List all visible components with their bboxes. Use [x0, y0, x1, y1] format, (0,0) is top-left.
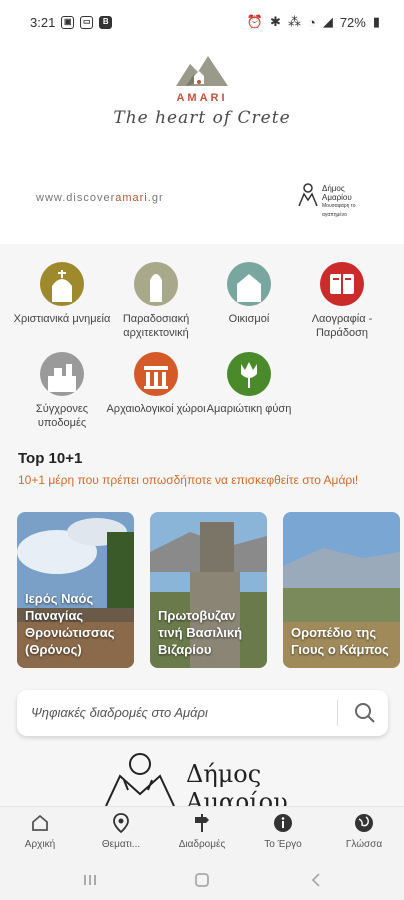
search-bar[interactable]: Ψηφιακές διαδρομές στο Αμάρι — [17, 690, 388, 736]
category-label: Λαογραφία - Παράδοση — [311, 313, 373, 339]
tab-language[interactable]: Γλώσσα — [324, 811, 404, 850]
tab-label: Το Έργο — [264, 839, 302, 850]
main-content: Χριστιανικά μνημεία Παραδοσιακή αρχιτεκτ… — [0, 244, 404, 806]
place-card-title: Οροπέδιο της Γιους ο Κάμπος — [291, 625, 389, 657]
municipality-large-text: Δήμος Αμαρίου — [186, 760, 288, 806]
category-nature[interactable]: Αμαριώτικη φύση — [199, 352, 299, 416]
muni-large-line-2: Αμαρίου — [186, 788, 288, 806]
bottom-tab-bar: Αρχική Θεματι... Διαδρομές Το Έργο Γλώσσ… — [0, 806, 404, 862]
system-navigation-bar — [0, 862, 404, 900]
category-label: Χριστιανικά μνημεία — [13, 313, 111, 325]
top-places-carousel[interactable]: Ιερός Ναός Παναγίας Θρονιώτισσας (Θρόνος… — [17, 512, 404, 668]
brand-name: AMARI — [176, 92, 228, 104]
battery-text: 72% — [339, 14, 366, 30]
status-time: 3:21 — [30, 14, 56, 30]
hero-header: AMARI The heart of Crete www.discoverama… — [0, 44, 404, 244]
battery-icon: ▮ — [372, 14, 380, 29]
category-christian-monuments[interactable]: Χριστιανικά μνημεία — [12, 262, 112, 326]
municipality-small-text: Δήμος Αμαρίου Μουσαφάρη το αγαπημένο — [322, 184, 368, 220]
category-modern-infrastructure[interactable]: Σύγχρονες υποδομές — [12, 352, 112, 430]
site-prefix: www.discover — [36, 192, 116, 204]
signal-icon: ◢ — [322, 14, 333, 29]
category-label: Παραδοσιακή αρχιτεκτονική — [122, 313, 190, 339]
category-label: Οικισμοί — [228, 313, 270, 325]
muni-small-line-1: Δήμος — [322, 184, 345, 193]
globe-icon — [355, 814, 373, 832]
category-settlements[interactable]: Οικισμοί — [199, 262, 299, 326]
municipality-emblem-icon — [298, 183, 318, 207]
book-icon — [320, 262, 364, 306]
search-divider — [337, 700, 338, 726]
category-label: Αμαριώτικη φύση — [206, 403, 292, 415]
message-icon: ▭ — [80, 15, 94, 29]
place-card-title: Πρωτοβυζαν τινή Βασιλική Βιζαρίου — [158, 608, 243, 657]
amari-logo — [176, 56, 228, 86]
place-card[interactable]: Πρωτοβυζαν τινή Βασιλική Βιζαρίου — [150, 512, 267, 668]
tab-label: Θεματι... — [101, 839, 141, 850]
map-pin-icon — [113, 813, 129, 834]
tulip-icon — [227, 352, 271, 396]
status-bar: 3:21 ▣ ▭ B ⏰ ✱ ⁂ ◔ ◢ 72% ▮ — [0, 0, 404, 44]
site-accent: amari — [115, 192, 148, 204]
info-icon — [274, 814, 292, 832]
municipality-logo-small: Δήμος Αμαρίου Μουσαφάρη το αγαπημένο — [296, 182, 368, 218]
tab-thematic[interactable]: Θεματι... — [81, 811, 161, 850]
recent-apps-icon[interactable] — [82, 872, 98, 888]
tab-routes[interactable]: Διαδρομές — [162, 811, 242, 850]
building-icon — [40, 352, 84, 396]
top-section-subtitle: 10+1 μέρη που πρέπει οπωσδήποτε να επισκ… — [18, 473, 359, 487]
site-suffix: .gr — [147, 192, 164, 204]
brand-tagline: The heart of Crete — [113, 108, 291, 128]
place-card[interactable]: Οροπέδιο της Γιους ο Κάμπος — [283, 512, 400, 668]
muni-large-line-1: Δήμος — [186, 760, 262, 788]
search-icon[interactable] — [353, 701, 377, 725]
search-placeholder: Ψηφιακές διαδρομές στο Αμάρι — [31, 705, 208, 720]
church-icon — [40, 262, 84, 306]
gallery-icon: ▣ — [61, 15, 75, 29]
category-traditional-architecture[interactable]: Παραδοσιακή αρχιτεκτονική — [106, 262, 206, 340]
house-icon — [227, 262, 271, 306]
tab-label: Διαδρομές — [178, 839, 226, 850]
vibrate-icon: ⁂ — [287, 14, 301, 29]
category-label: Αρχαιολογικοί χώροι — [106, 403, 206, 415]
category-label: Σύγχρονες υποδομές — [35, 403, 89, 429]
temple-icon — [134, 352, 178, 396]
tab-home[interactable]: Αρχική — [0, 811, 80, 850]
top-section-title: Top 10+1 — [18, 450, 83, 467]
alarm-icon: ⏰ — [246, 14, 264, 29]
status-right: ⏰ ✱ ⁂ ◔ ◢ 72% ▮ — [247, 14, 380, 30]
tab-label: Γλώσσα — [345, 839, 383, 850]
website-link[interactable]: www.discoveramari.gr — [36, 192, 164, 204]
municipality-emblem-icon — [105, 753, 175, 806]
tab-project[interactable]: Το Έργο — [243, 811, 323, 850]
muni-small-line-2: Αμαρίου — [322, 193, 352, 202]
place-card-title: Ιερός Ναός Παναγίας Θρονιώτισσας (Θρόνος… — [25, 591, 115, 657]
category-folklore[interactable]: Λαογραφία - Παράδοση — [292, 262, 392, 340]
muni-small-line-3: Μουσαφάρη το αγαπημένο — [322, 203, 356, 218]
arch-icon — [134, 262, 178, 306]
bluetooth-icon: ✱ — [270, 14, 281, 29]
tab-label: Αρχική — [24, 839, 56, 850]
back-icon[interactable] — [308, 872, 324, 888]
status-left: 3:21 ▣ ▭ B — [30, 14, 113, 30]
municipality-logo-large: Δήμος Αμαρίου — [100, 750, 310, 806]
wifi-icon: ◔ — [307, 14, 316, 30]
home-icon — [32, 814, 48, 831]
category-archaeological-sites[interactable]: Αρχαιολογικοί χώροι — [106, 352, 206, 416]
home-nav-icon[interactable] — [194, 872, 210, 888]
b-app-icon: B — [99, 15, 113, 29]
signpost-icon — [195, 814, 209, 832]
place-card[interactable]: Ιερός Ναός Παναγίας Θρονιώτισσας (Θρόνος… — [17, 512, 134, 668]
